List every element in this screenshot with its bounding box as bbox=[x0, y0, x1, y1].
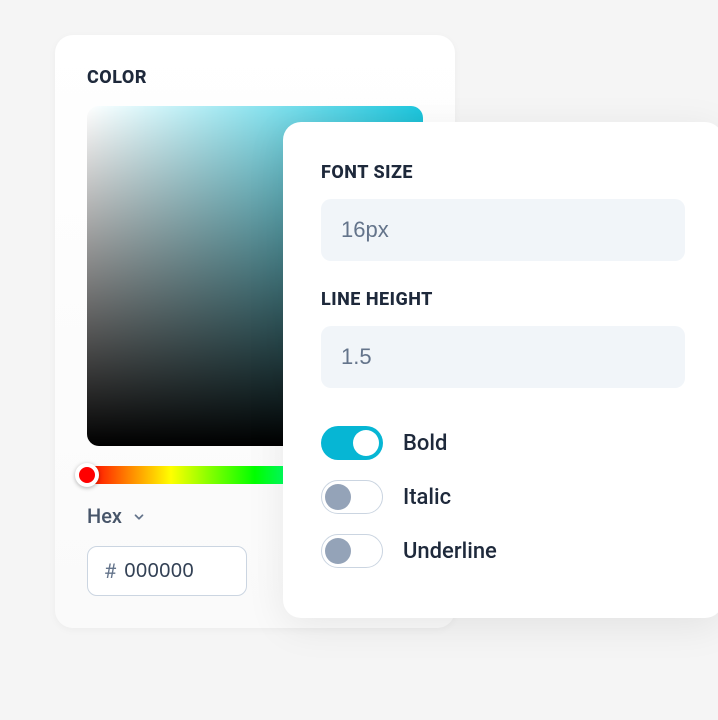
font-size-title: FONT SIZE bbox=[321, 162, 685, 183]
font-size-input[interactable] bbox=[321, 199, 685, 261]
toggle-knob bbox=[325, 538, 351, 564]
italic-toggle-label: Italic bbox=[403, 485, 451, 510]
color-section-title: COLOR bbox=[87, 67, 423, 88]
toggle-knob bbox=[353, 430, 379, 456]
chevron-down-icon[interactable] bbox=[132, 509, 146, 523]
hex-input[interactable] bbox=[124, 560, 230, 583]
underline-toggle-label: Underline bbox=[403, 539, 497, 564]
line-height-input[interactable] bbox=[321, 326, 685, 388]
toggle-knob bbox=[325, 484, 351, 510]
italic-toggle[interactable] bbox=[321, 480, 383, 514]
hex-prefix: # bbox=[104, 559, 116, 583]
hue-slider-thumb[interactable] bbox=[75, 463, 99, 487]
bold-toggle-label: Bold bbox=[403, 431, 447, 456]
underline-toggle[interactable] bbox=[321, 534, 383, 568]
color-format-label: Hex bbox=[87, 504, 122, 528]
hex-input-container[interactable]: # bbox=[87, 546, 247, 596]
bold-toggle[interactable] bbox=[321, 426, 383, 460]
line-height-title: LINE HEIGHT bbox=[321, 289, 685, 310]
font-settings-panel: FONT SIZE LINE HEIGHT Bold Italic Underl… bbox=[283, 122, 718, 618]
